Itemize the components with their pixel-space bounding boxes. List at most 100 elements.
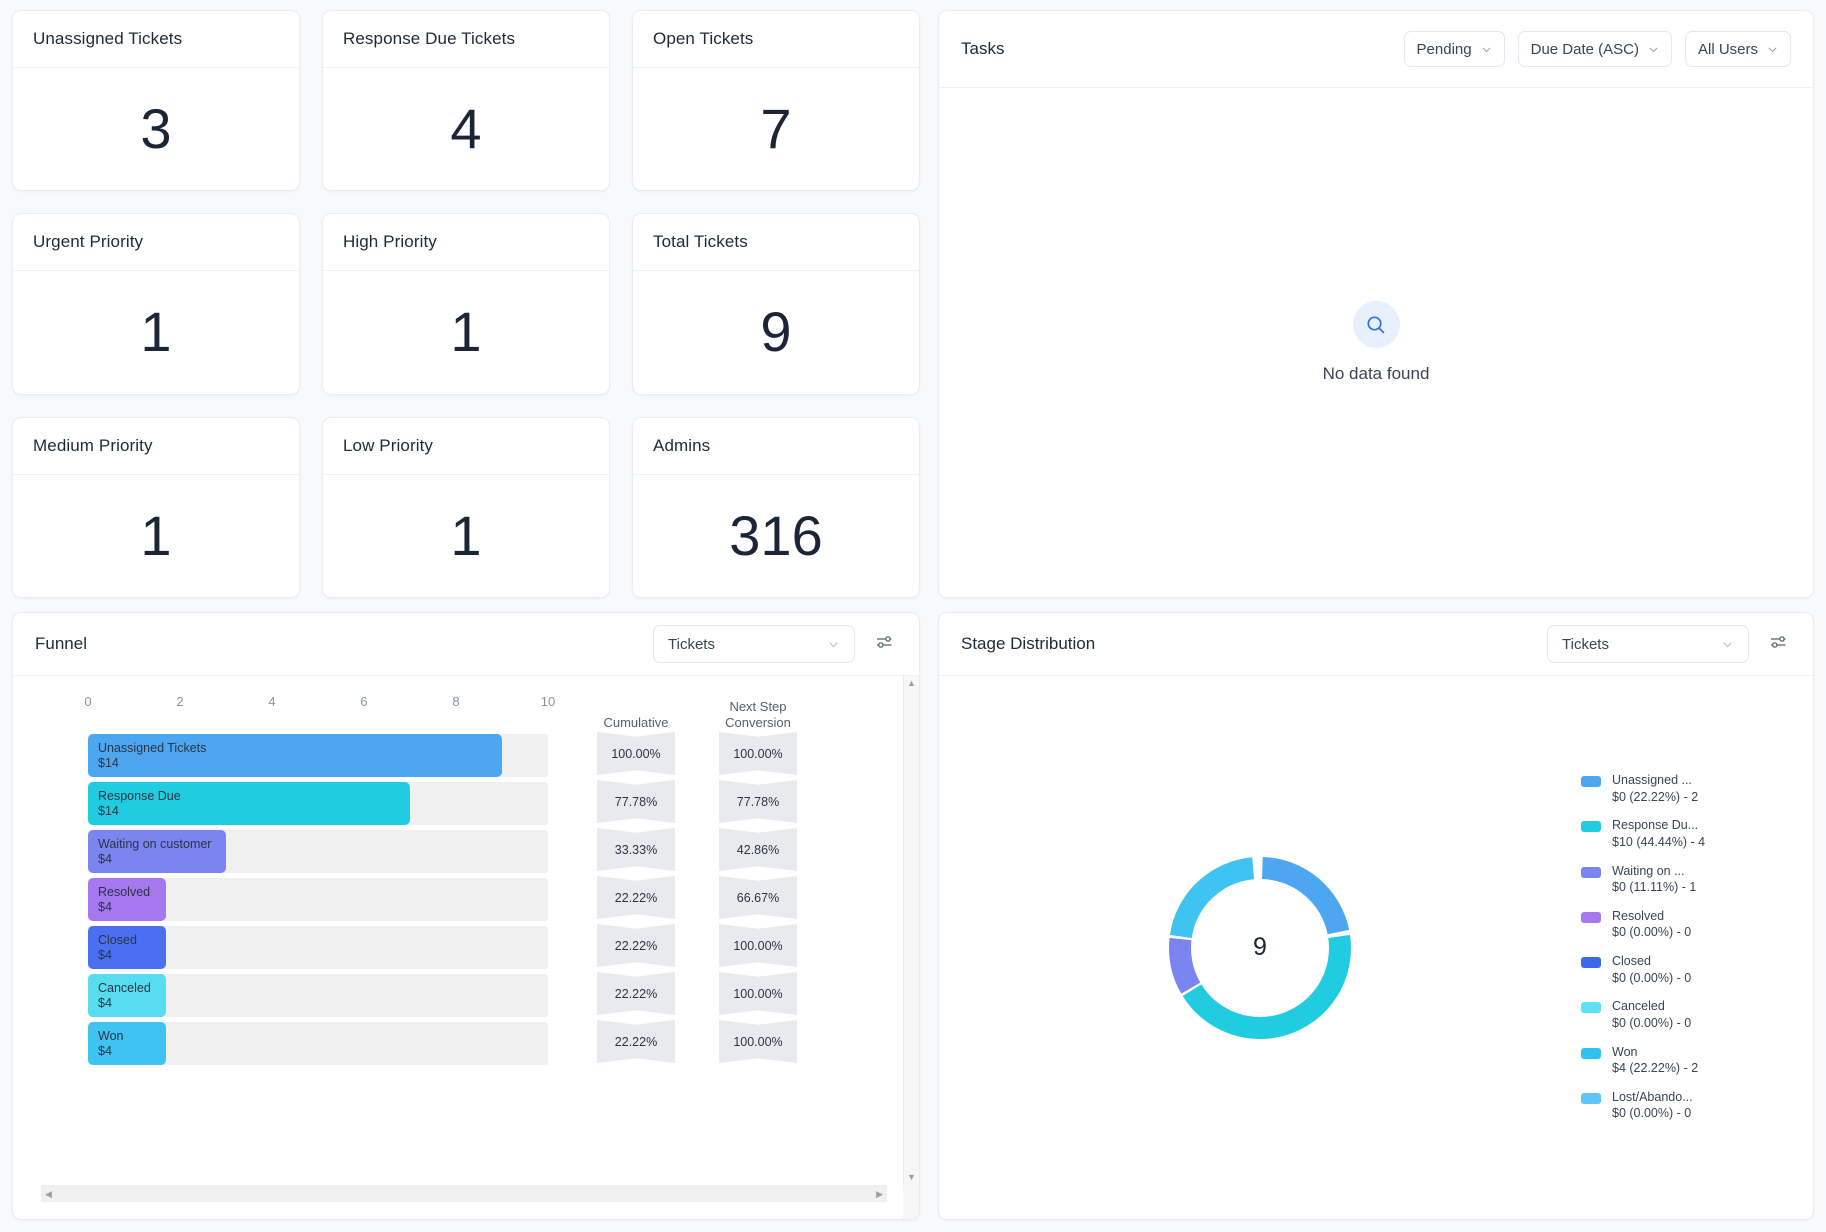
funnel-bar-label: Won bbox=[98, 1028, 124, 1043]
legend-label: Lost/Abando... bbox=[1612, 1089, 1693, 1104]
funnel-bar[interactable]: Canceled $4 bbox=[88, 974, 167, 1017]
funnel-bar-amount: $4 bbox=[98, 852, 112, 866]
kpi-value: 1 bbox=[140, 300, 172, 364]
legend-value: $0 (0.00%) - 0 bbox=[1612, 925, 1692, 940]
stage-distribution-panel: Stage Distribution Tickets 9 Unassigned … bbox=[938, 612, 1814, 1220]
legend-item[interactable]: Unassigned ... $0 (22.22%) - 2 bbox=[1581, 773, 1795, 805]
legend-label: Response Du... bbox=[1612, 818, 1699, 833]
funnel-bar-label: Canceled bbox=[98, 980, 151, 995]
kpi-body: 9 bbox=[633, 271, 919, 393]
kpi-label: Unassigned Tickets bbox=[13, 11, 299, 68]
sliders-icon bbox=[1768, 632, 1788, 657]
cumulative-cell: 22.22% bbox=[597, 924, 675, 967]
stage-title: Stage Distribution bbox=[961, 634, 1096, 653]
kpi-card-medium-priority[interactable]: Medium Priority 1 bbox=[12, 416, 300, 598]
kpi-body: 7 bbox=[633, 68, 919, 190]
funnel-bars: Unassigned Tickets $14 Response Due $14 bbox=[53, 734, 583, 1065]
kpi-card-total-tickets[interactable]: Total Tickets 9 bbox=[632, 213, 920, 395]
legend-item[interactable]: Canceled $0 (0.00%) - 0 bbox=[1581, 999, 1795, 1031]
funnel-horizontal-scrollbar[interactable]: ◀ ▶ bbox=[41, 1185, 887, 1202]
scroll-up-icon[interactable]: ▲ bbox=[907, 679, 916, 688]
cumulative-cell: 100.00% bbox=[597, 732, 675, 775]
tasks-sort-filter-value: Due Date (ASC) bbox=[1530, 40, 1639, 58]
legend-item[interactable]: Waiting on ... $0 (11.11%) - 1 bbox=[1581, 864, 1795, 896]
cumulative-cell: 77.78% bbox=[597, 780, 675, 823]
legend-item[interactable]: Closed $0 (0.00%) - 0 bbox=[1581, 954, 1795, 986]
funnel-bar[interactable]: Closed $4 bbox=[88, 926, 167, 969]
next-step-cell: 77.78% bbox=[719, 780, 797, 823]
kpi-value: 4 bbox=[450, 97, 482, 161]
funnel-bar-amount: $4 bbox=[98, 996, 112, 1010]
axis-tick: 2 bbox=[176, 694, 184, 709]
funnel-cumulative-header: Cumulative bbox=[603, 714, 669, 730]
legend-label: Unassigned ... bbox=[1612, 773, 1692, 787]
funnel-source-select[interactable]: Tickets bbox=[653, 625, 855, 663]
funnel-bar-label: Resolved bbox=[98, 884, 151, 899]
legend-value: $0 (0.00%) - 0 bbox=[1612, 1106, 1692, 1121]
funnel-bar-track: Resolved $4 bbox=[88, 878, 548, 921]
funnel-bar[interactable]: Waiting on customer $4 bbox=[88, 830, 226, 873]
funnel-horizontal-scroll-row: ◀ ▶ bbox=[13, 1185, 919, 1219]
chevron-down-icon bbox=[1767, 44, 1778, 55]
tasks-user-filter[interactable]: All Users bbox=[1684, 31, 1791, 67]
funnel-header: Funnel Tickets bbox=[13, 613, 919, 676]
kpi-body: 3 bbox=[13, 68, 299, 190]
funnel-bar[interactable]: Response Due $14 bbox=[88, 782, 410, 825]
kpi-body: 316 bbox=[633, 475, 919, 597]
chevron-down-icon bbox=[1721, 638, 1734, 651]
scrollbar-corner bbox=[903, 1185, 919, 1219]
kpi-card-admins[interactable]: Admins 316 bbox=[632, 416, 920, 598]
legend-item[interactable]: Won $4 (22.22%) - 2 bbox=[1581, 1045, 1795, 1077]
tasks-user-filter-value: All Users bbox=[1697, 40, 1758, 58]
funnel-x-axis: 0 2 4 6 8 10 bbox=[84, 694, 555, 722]
tasks-empty-state: No data found bbox=[939, 88, 1813, 597]
funnel-bar[interactable]: Resolved $4 bbox=[88, 878, 167, 921]
tasks-panel: Tasks Pending Due Date (ASC) All Users N… bbox=[938, 10, 1814, 598]
funnel-bar[interactable]: Won $4 bbox=[88, 1022, 167, 1065]
tasks-status-filter[interactable]: Pending bbox=[1403, 31, 1505, 67]
funnel-bar-track: Waiting on customer $4 bbox=[88, 830, 548, 873]
kpi-value: 1 bbox=[140, 503, 172, 567]
kpi-card-urgent-priority[interactable]: Urgent Priority 1 bbox=[12, 213, 300, 395]
kpi-value: 1 bbox=[450, 300, 482, 364]
scroll-down-icon[interactable]: ▼ bbox=[907, 1173, 916, 1182]
kpi-card-response-due-tickets[interactable]: Response Due Tickets 4 bbox=[322, 10, 610, 192]
donut-region: 9 bbox=[939, 848, 1581, 1048]
kpi-value: 3 bbox=[140, 97, 172, 161]
tasks-filter-group: Pending Due Date (ASC) All Users bbox=[1403, 31, 1791, 67]
funnel-vertical-scrollbar[interactable]: ▲ ▼ bbox=[903, 676, 919, 1185]
stage-source-select[interactable]: Tickets bbox=[1547, 625, 1749, 663]
legend-item[interactable]: Lost/Abando... $0 (0.00%) - 0 bbox=[1581, 1090, 1795, 1122]
kpi-grid: Unassigned Tickets 3 Response Due Ticket… bbox=[12, 10, 920, 598]
funnel-bar-label: Response Due bbox=[98, 788, 181, 803]
kpi-card-high-priority[interactable]: High Priority 1 bbox=[322, 213, 610, 395]
tasks-sort-filter[interactable]: Due Date (ASC) bbox=[1517, 31, 1672, 67]
funnel-next-step-header: Next Step Conversion bbox=[725, 699, 791, 730]
funnel-bar-track: Unassigned Tickets $14 bbox=[88, 734, 548, 777]
funnel-bar[interactable]: Unassigned Tickets $14 bbox=[88, 734, 502, 777]
kpi-card-low-priority[interactable]: Low Priority 1 bbox=[322, 416, 610, 598]
stage-settings-button[interactable] bbox=[1765, 631, 1791, 657]
donut-center-value: 9 bbox=[1253, 933, 1267, 961]
kpi-body: 4 bbox=[323, 68, 609, 190]
legend-label: Canceled bbox=[1612, 999, 1665, 1014]
legend-item[interactable]: Resolved $0 (0.00%) - 0 bbox=[1581, 909, 1795, 941]
kpi-value: 316 bbox=[729, 503, 823, 567]
kpi-body: 1 bbox=[13, 271, 299, 393]
funnel-bar-amount: $4 bbox=[98, 900, 112, 914]
kpi-card-open-tickets[interactable]: Open Tickets 7 bbox=[632, 10, 920, 192]
axis-tick: 10 bbox=[540, 694, 556, 709]
stage-legend: Unassigned ... $0 (22.22%) - 2 Response … bbox=[1581, 773, 1813, 1122]
stage-chart-area: 9 Unassigned ... $0 (22.22%) - 2 Respons… bbox=[939, 676, 1813, 1219]
legend-value: $10 (44.44%) - 4 bbox=[1612, 834, 1706, 849]
funnel-settings-button[interactable] bbox=[871, 631, 897, 657]
next-step-cell: 100.00% bbox=[719, 732, 797, 775]
legend-item[interactable]: Response Du... $10 (44.44%) - 4 bbox=[1581, 818, 1795, 850]
stage-header-controls: Tickets bbox=[1547, 625, 1791, 663]
legend-swatch-icon bbox=[1581, 1047, 1601, 1059]
scroll-right-icon[interactable]: ▶ bbox=[876, 1189, 883, 1199]
kpi-card-unassigned-tickets[interactable]: Unassigned Tickets 3 bbox=[12, 10, 300, 192]
scroll-left-icon[interactable]: ◀ bbox=[45, 1189, 52, 1199]
legend-text: Closed $0 (0.00%) - 0 bbox=[1612, 954, 1691, 986]
funnel-bar-amount: $14 bbox=[98, 804, 119, 818]
